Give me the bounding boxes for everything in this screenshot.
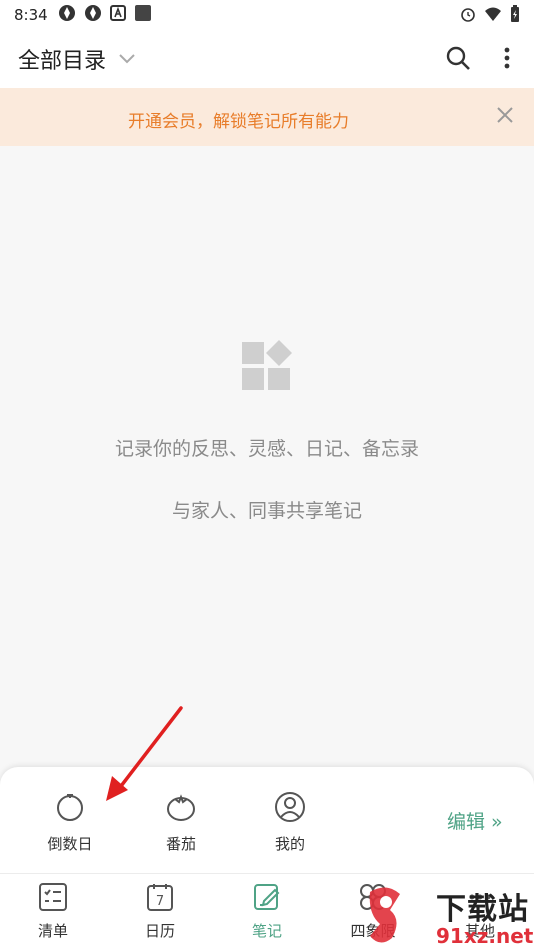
edit-button[interactable]: 编辑 » [447,807,503,834]
status-bar: 8:34 [0,0,534,30]
tab-notes[interactable]: 笔记 [227,882,307,941]
square-notification-icon [134,4,152,26]
panel-item-label: 倒数日 [47,835,93,853]
tomato-icon [165,794,197,827]
watermark-url: 91xz.net [436,924,534,948]
close-icon[interactable] [495,105,515,129]
tab-checklist[interactable]: 清单 [13,882,93,941]
panel-item-countdown[interactable]: 倒数日 [30,791,110,854]
tab-label: 笔记 [251,922,282,940]
font-notification-icon [109,5,126,25]
panel-item-label: 番茄 [165,835,196,853]
countdown-icon [54,794,86,827]
calendar-icon: 7 [145,884,175,916]
note-icon [252,884,282,916]
tab-calendar[interactable]: 7 日历 [120,882,200,941]
tab-label: 日历 [144,922,175,940]
site-watermark: 下载站 91xz.net [362,880,534,950]
calendar-day-number: 7 [156,894,164,909]
battery-icon [510,5,520,27]
app-notification-icon [58,4,76,26]
extension-panel: 倒数日 番茄 我的 编辑 » [0,767,534,873]
top-app-bar: 全部目录 [0,30,534,88]
watermark-title: 下载站 [436,892,529,927]
panel-item-label: 我的 [274,835,305,853]
profile-icon [274,792,306,827]
tab-label: 清单 [37,922,68,940]
alarm-icon [460,6,476,26]
empty-state-subtext: 与家人、同事共享笔记 [171,500,362,522]
more-vert-icon[interactable] [500,45,514,75]
wifi-icon [484,6,502,26]
panel-item-tomato[interactable]: 番茄 [141,791,221,854]
page-title[interactable]: 全部目录 [18,43,106,75]
status-time: 8:34 [14,6,48,24]
empty-state-text: 记录你的反思、灵感、日记、备忘录 [114,438,419,460]
panel-item-mine[interactable]: 我的 [250,791,330,854]
notes-empty-icon [240,340,294,398]
checklist-icon [38,883,68,916]
membership-banner-text[interactable]: 开通会员，解锁笔记所有能力 [128,107,349,132]
membership-banner[interactable]: 开通会员，解锁笔记所有能力 [0,88,534,146]
app-notification-icon [84,4,102,26]
chevron-down-icon[interactable] [118,50,136,69]
search-icon[interactable] [445,45,471,75]
